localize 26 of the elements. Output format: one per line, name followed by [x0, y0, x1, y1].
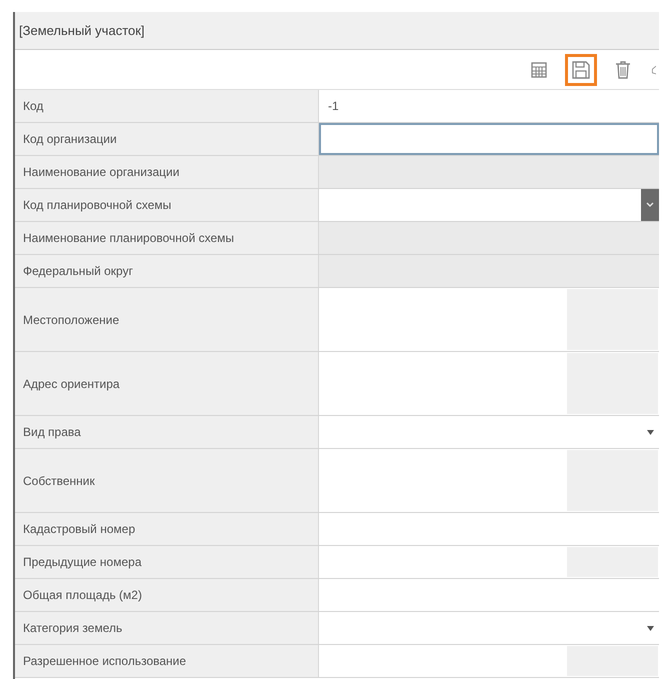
field-label: Общая площадь (м2) — [15, 579, 319, 611]
chevron-icon — [646, 202, 654, 208]
field-label: Код организации — [15, 123, 319, 155]
field-label: Собственник — [15, 449, 319, 512]
table-icon — [530, 60, 548, 78]
field-label: Код планировочной схемы — [15, 189, 319, 221]
field-label: Кадастровый номер — [15, 513, 319, 545]
field-label: Наименование планировочной схемы — [15, 222, 319, 254]
field-value: -1 — [328, 98, 339, 115]
field-label: Адрес ориентира — [15, 352, 319, 415]
field-label: Код — [15, 90, 319, 122]
field-label: Категория земель — [15, 612, 319, 644]
field-label: Разрешенное использование — [15, 645, 319, 677]
toolbar-button[interactable] — [565, 54, 597, 86]
save-icon — [571, 60, 591, 80]
field-label: Наименование организации — [15, 156, 319, 188]
field-label: Вид права — [15, 416, 319, 448]
dropdown-button[interactable] — [641, 189, 659, 221]
window-title: [Земельный участок] — [19, 22, 145, 40]
field-label: Федеральный округ — [15, 255, 319, 287]
dropdown-arrow-icon — [647, 626, 654, 630]
text-field[interactable] — [319, 123, 659, 155]
trash-icon — [614, 60, 632, 80]
field-label: Местоположение — [15, 288, 319, 351]
field-label: Предыдущие номера — [15, 546, 319, 578]
dropdown-arrow-icon — [647, 430, 654, 434]
